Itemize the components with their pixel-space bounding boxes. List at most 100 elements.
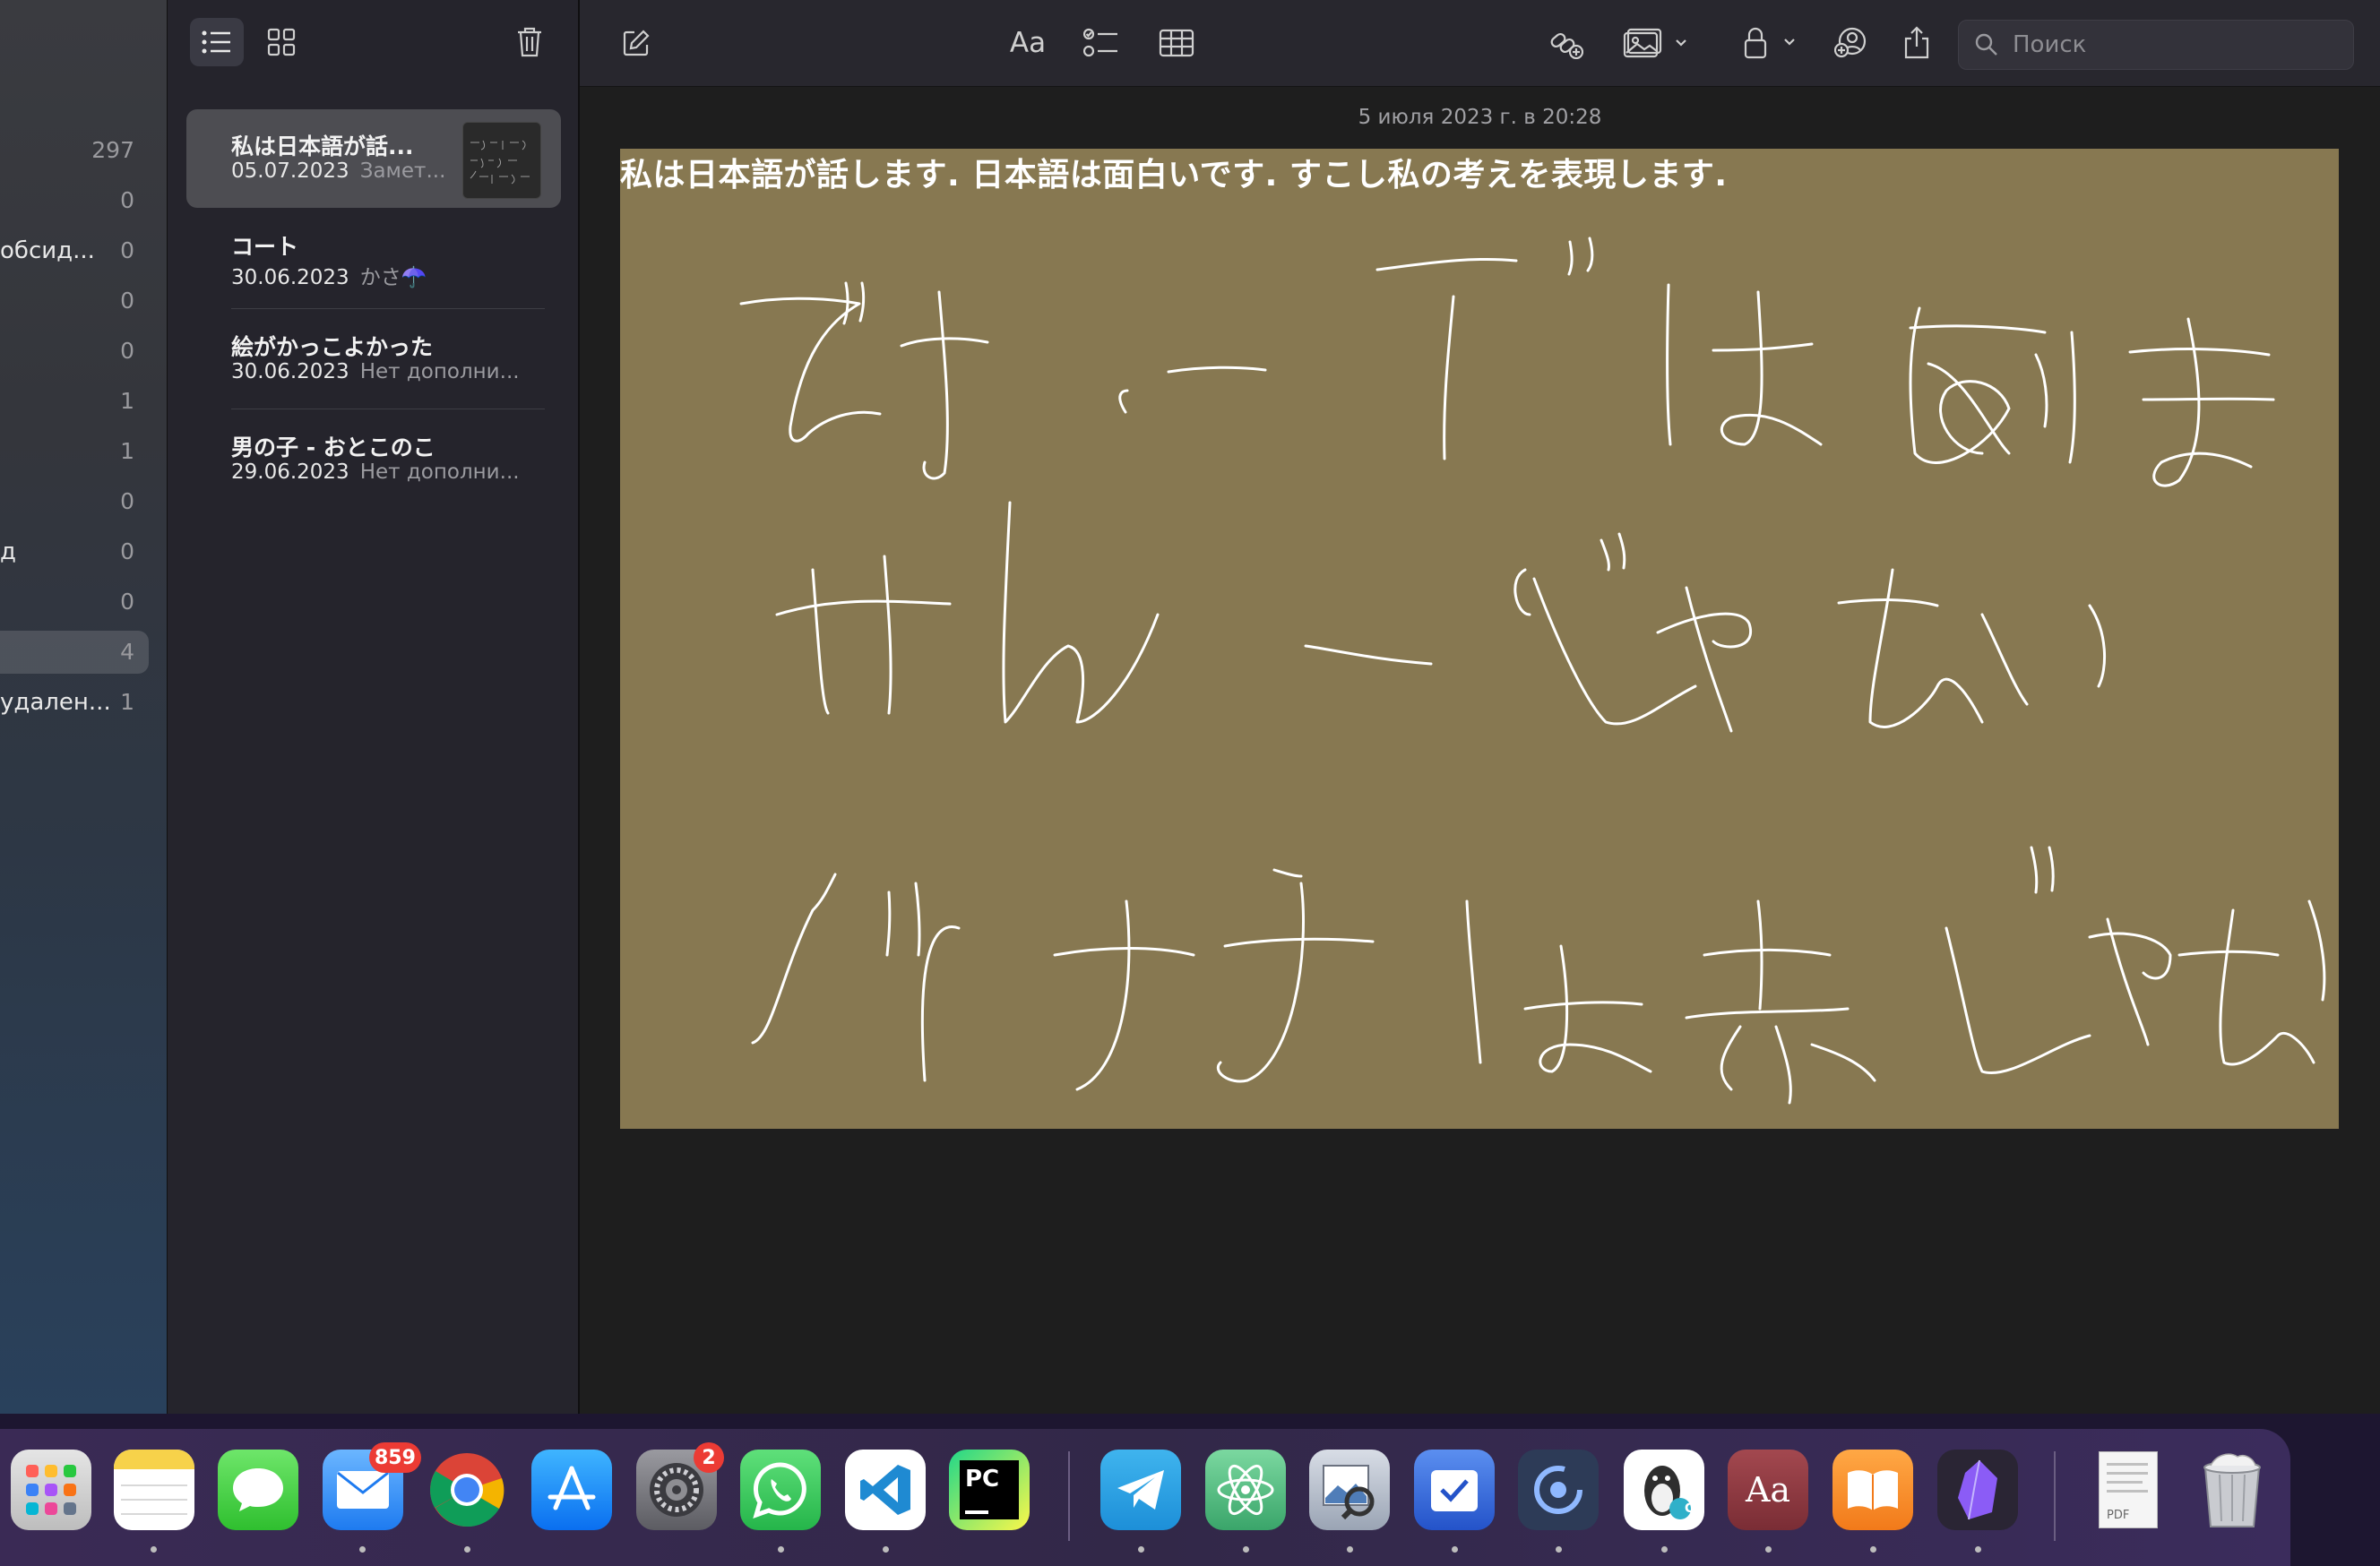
note-preview: Нет дополни... <box>359 460 520 484</box>
search-field[interactable] <box>1958 20 2354 70</box>
folder-item[interactable]: 1 <box>0 430 149 473</box>
folder-item[interactable]: 0 <box>0 330 149 373</box>
launchpad-icon <box>26 1465 76 1515</box>
trash-app[interactable] <box>2192 1450 2272 1530</box>
pdf-document-stack[interactable]: PDF <box>2088 1450 2169 1530</box>
running-indicator <box>1243 1546 1249 1553</box>
trash-icon <box>518 27 541 57</box>
preview-icon <box>1323 1465 1375 1520</box>
telegram-app[interactable] <box>1100 1450 1181 1530</box>
folder-item[interactable]: 297 <box>0 129 149 172</box>
note-list-item[interactable]: 絵がかっこよかった 30.06.2023 Нет дополни... <box>186 310 561 409</box>
format-button[interactable]: Aa <box>1001 20 1055 66</box>
atom-icon <box>1217 1464 1274 1516</box>
table-icon <box>1159 29 1194 57</box>
delete-note-button[interactable] <box>503 18 556 66</box>
running-indicator <box>883 1546 889 1553</box>
note-title: 私は日本語が話... <box>231 133 414 159</box>
folder-count: 1 <box>120 689 134 715</box>
obsidian-app[interactable] <box>1937 1450 2018 1530</box>
cheat-engine-app[interactable]: CE <box>1624 1450 1704 1530</box>
folder-item[interactable]: 1 <box>0 380 149 423</box>
note-thumbnail <box>462 122 541 199</box>
thumbnail-sketch <box>470 140 530 185</box>
notes-app[interactable] <box>114 1450 194 1530</box>
messages-app[interactable] <box>218 1450 298 1530</box>
folder-count: 0 <box>120 538 134 564</box>
running-indicator <box>151 1546 157 1553</box>
list-view-button[interactable] <box>190 18 244 66</box>
new-note-button[interactable] <box>612 20 660 66</box>
grid-icon <box>267 28 296 56</box>
lock-button[interactable] <box>1738 20 1804 66</box>
note-meta: 05.07.2023 Замет... <box>231 159 445 183</box>
focus-app[interactable] <box>1518 1450 1599 1530</box>
mail-unread-badge: 859 <box>369 1442 421 1473</box>
note-title: コート <box>231 234 299 260</box>
search-icon <box>1975 33 1997 56</box>
note-divider <box>231 308 545 309</box>
books-app[interactable] <box>1832 1450 1913 1530</box>
running-indicator <box>1452 1546 1458 1553</box>
drawing-canvas[interactable] <box>620 149 2339 1129</box>
folder-count: 0 <box>120 237 134 263</box>
note-list-item-selected[interactable]: 私は日本語が話... 05.07.2023 Замет... <box>186 109 561 208</box>
folder-name: обсид... <box>0 237 95 264</box>
person-add-icon <box>1834 27 1867 58</box>
gallery-view-button[interactable] <box>254 18 308 66</box>
search-input[interactable] <box>2011 28 2337 62</box>
share-with-people-button[interactable] <box>1825 20 1879 66</box>
note-body-text[interactable]: 私は日本語が話します. 日本語は面白いです. すこし私の考えを表現します. <box>620 149 1728 195</box>
link-plus-icon <box>1550 32 1583 59</box>
chrome-icon <box>429 1453 504 1527</box>
pycharm-underline <box>965 1510 988 1514</box>
table-button[interactable] <box>1150 20 1203 66</box>
whatsapp-app[interactable] <box>740 1450 821 1530</box>
media-button[interactable] <box>1617 20 1694 66</box>
folder-item[interactable]: 0 <box>0 280 149 323</box>
share-button[interactable] <box>1890 20 1944 66</box>
folder-item[interactable]: удален... 1 <box>0 681 149 724</box>
collaborate-button[interactable] <box>1539 20 1592 66</box>
note-title: 男の子 - おとこのこ - м... <box>231 435 439 460</box>
folder-item[interactable]: обсид... 0 <box>0 229 149 272</box>
folder-item-selected[interactable]: 4 <box>0 631 149 674</box>
folder-item[interactable]: 0 <box>0 179 149 222</box>
folder-item[interactable]: д 0 <box>0 530 149 573</box>
preview-app[interactable] <box>1309 1450 1390 1530</box>
folder-name: удален... <box>0 689 111 716</box>
editor-toolbar: Aa <box>580 0 2380 87</box>
app-store-icon <box>548 1466 596 1510</box>
handwriting-strokes <box>739 237 2326 1105</box>
running-indicator <box>1347 1546 1353 1553</box>
pdf-file-icon: PDF <box>2099 1451 2158 1528</box>
running-indicator <box>1765 1546 1772 1553</box>
notes-icon <box>114 1450 194 1515</box>
running-indicator <box>1870 1546 1876 1553</box>
pycharm-app[interactable]: PC <box>949 1450 1030 1530</box>
note-date: 05.07.2023 <box>231 159 349 183</box>
checklist-button[interactable] <box>1074 20 1128 66</box>
atom-app[interactable] <box>1205 1450 1286 1530</box>
note-list-item[interactable]: コート 30.06.2023 かさ☂️ <box>186 210 561 308</box>
note-preview: Замет... <box>359 159 446 183</box>
folder-sidebar: 297 0 обсид... 0 0 0 1 1 0 д 0 0 4 удале… <box>0 0 168 1414</box>
folder-count: 0 <box>120 488 134 514</box>
dock-divider <box>2054 1451 2056 1541</box>
app-store-app[interactable] <box>531 1450 612 1530</box>
tasks-app[interactable] <box>1414 1450 1495 1530</box>
note-date: 30.06.2023 <box>231 266 349 289</box>
envelope-icon <box>337 1471 389 1509</box>
folder-count: 1 <box>120 438 134 464</box>
chrome-app[interactable] <box>427 1450 507 1530</box>
vscode-app[interactable] <box>845 1450 926 1530</box>
running-indicator <box>1556 1546 1562 1553</box>
folder-count: 297 <box>91 137 134 163</box>
note-date-header: 5 июля 2023 г. в 20:28 <box>1358 106 1602 129</box>
launchpad-app[interactable] <box>11 1450 91 1530</box>
obsidian-crystal-icon <box>1958 1459 1997 1520</box>
note-list-item[interactable]: 男の子 - おとこのこ - м... 29.06.2023 Нет дополни… <box>186 410 561 509</box>
folder-item[interactable]: 0 <box>0 581 149 624</box>
folder-item[interactable]: 0 <box>0 480 149 523</box>
dictionary-app[interactable]: Aa <box>1728 1450 1808 1530</box>
